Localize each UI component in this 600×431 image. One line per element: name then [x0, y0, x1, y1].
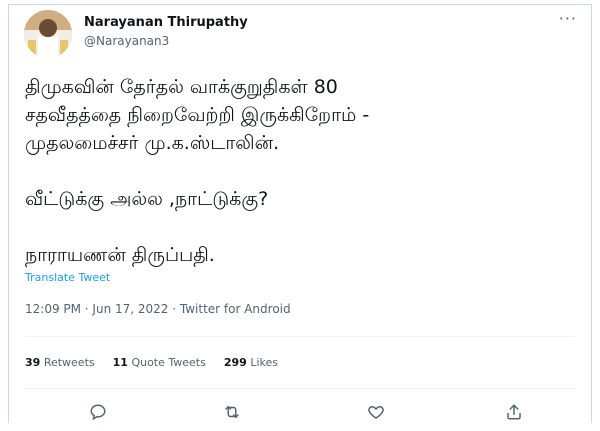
quote-tweets-stat[interactable]: 11 Quote Tweets	[113, 356, 206, 369]
retweets-count: 39	[25, 356, 41, 369]
quotes-label: Quote Tweets	[131, 356, 206, 369]
more-icon[interactable]: ···	[559, 9, 577, 28]
translate-tweet-link[interactable]: Translate Tweet	[25, 271, 110, 284]
tweet-timestamp[interactable]: 12:09 PM · Jun 17, 2022 · Twitter for An…	[25, 302, 291, 316]
like-icon[interactable]	[364, 400, 388, 424]
divider	[25, 388, 575, 389]
tweet-card: Narayanan Thirupathy @Narayanan3 ··· திம…	[8, 4, 592, 423]
quotes-count: 11	[112, 356, 128, 369]
tweet-text: திமுகவின் தேர்தல் வாக்குறுதிகள் 80 சதவீத…	[25, 76, 370, 266]
reply-icon[interactable]	[86, 400, 110, 424]
divider	[25, 336, 575, 337]
likes-label: Likes	[250, 356, 278, 369]
share-icon[interactable]	[502, 400, 526, 424]
tweet-actions	[9, 400, 591, 424]
likes-count: 299	[223, 356, 247, 369]
author-name[interactable]: Narayanan Thirupathy	[84, 15, 248, 30]
author-handle[interactable]: @Narayanan3	[84, 34, 169, 48]
retweets-label: Retweets	[43, 356, 95, 369]
retweets-stat[interactable]: 39 Retweets	[25, 356, 95, 369]
engagement-stats: 39 Retweets 11 Quote Tweets 299 Likes	[25, 356, 278, 369]
author-avatar[interactable]	[24, 10, 72, 58]
likes-stat[interactable]: 299 Likes	[224, 356, 278, 369]
retweet-icon[interactable]	[220, 400, 244, 424]
